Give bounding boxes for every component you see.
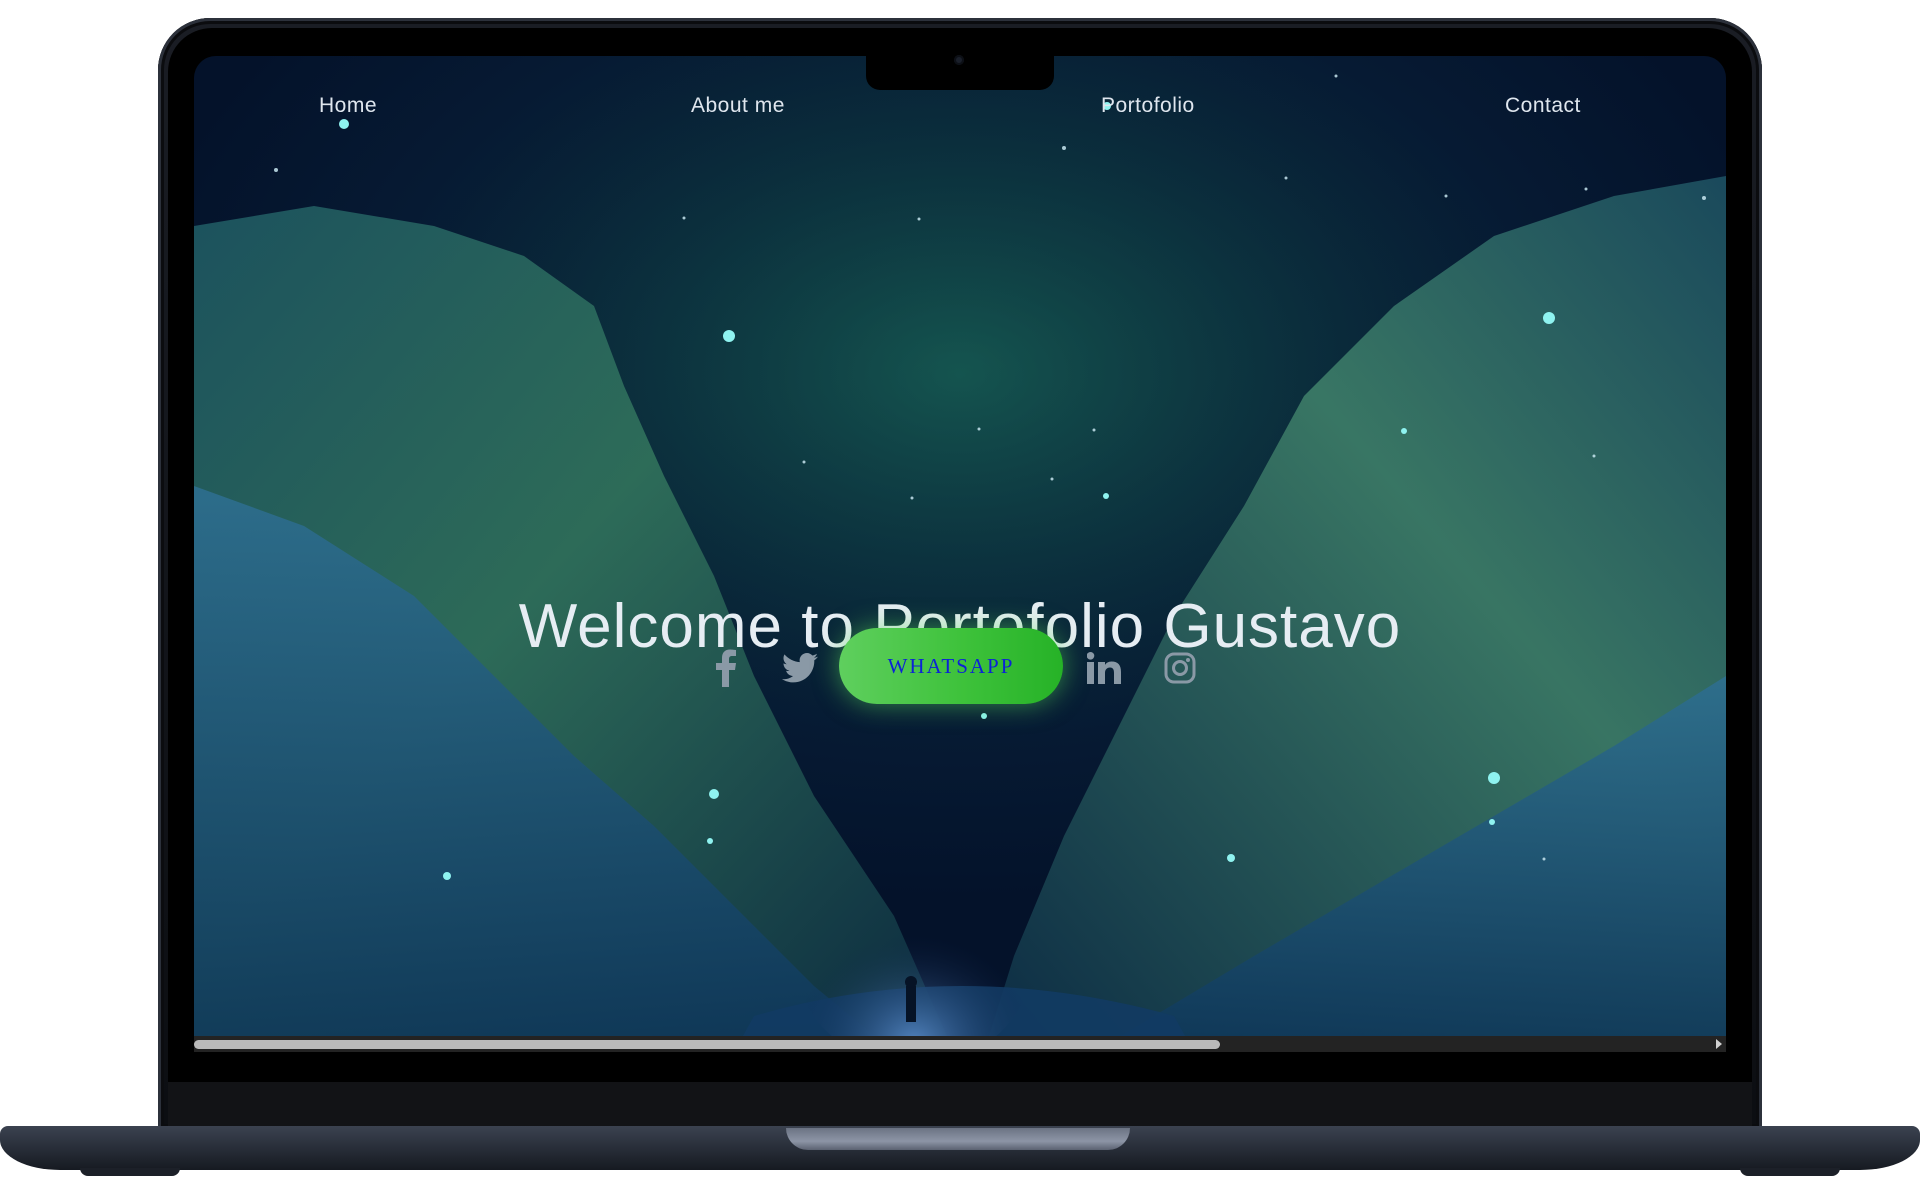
nav-home-link[interactable]: Home	[319, 94, 377, 118]
nav-portofolio-link[interactable]: Portofolio	[1101, 94, 1195, 118]
scrollbar-thumb[interactable]	[194, 1040, 1221, 1049]
scroll-right-arrow-icon[interactable]	[1716, 1039, 1722, 1049]
top-navigation: Home About me Portofolio Contact	[194, 94, 1726, 124]
laptop-foot-right	[1740, 1168, 1840, 1176]
whatsapp-button[interactable]: WHATSAPP	[839, 628, 1063, 704]
laptop-mockup: Home About me Portofolio Contact Welcome…	[0, 0, 1920, 1200]
facebook-icon[interactable]	[704, 646, 748, 690]
nav-about-me-link[interactable]: About me	[691, 94, 785, 118]
background-landscape	[194, 56, 1726, 1052]
nav-contact-link[interactable]: Contact	[1505, 94, 1581, 118]
instagram-icon[interactable]	[1158, 646, 1202, 690]
twitter-icon[interactable]	[778, 646, 822, 690]
laptop-opening-notch	[786, 1128, 1130, 1150]
laptop-foot-left	[80, 1168, 180, 1176]
laptop-chin	[168, 1082, 1752, 1126]
camera-icon	[954, 55, 964, 65]
linkedin-icon[interactable]	[1082, 646, 1126, 690]
browser-viewport: Home About me Portofolio Contact Welcome…	[194, 56, 1726, 1052]
horizontal-scrollbar[interactable]	[194, 1036, 1726, 1052]
social-links-row: WHATSAPP	[194, 628, 1726, 708]
